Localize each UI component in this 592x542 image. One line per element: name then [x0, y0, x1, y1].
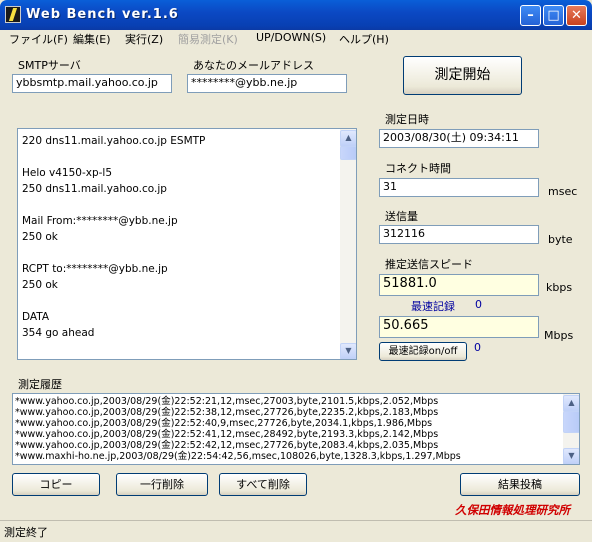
history-row[interactable]: *www.yahoo.co.jp,2003/08/29(金)22:52:42,1… — [13, 440, 561, 451]
speed-kbps-unit: kbps — [546, 281, 573, 294]
menu-up-down[interactable]: UP/DOWN(S) — [256, 31, 326, 44]
log-scrollbar[interactable]: ▲ ▼ — [340, 129, 356, 359]
smtp-label: SMTPサーバ — [18, 59, 81, 72]
history-row[interactable]: *www.yahoo.co.jp,2003/08/29(金)22:52:21,1… — [13, 396, 561, 407]
email-field[interactable]: ********@ybb.ne.jp — [187, 74, 347, 93]
status-bar: 測定終了 — [0, 520, 592, 542]
history-row[interactable]: *www.yahoo.co.jp,2003/08/29(金)22:52:40,9… — [13, 418, 561, 429]
delete-line-button[interactable]: 一行削除 — [116, 473, 208, 496]
connect-time-field[interactable]: 31 — [379, 178, 539, 197]
history-row[interactable]: *www.maxhi-ho.ne.jp,2003/08/29(金)22:54:4… — [13, 451, 561, 462]
best-record-toggle-button[interactable]: 最速記録on/off — [379, 342, 467, 361]
history-label: 測定履歴 — [18, 378, 62, 391]
window-title: Web Bench ver.1.6 — [26, 7, 179, 22]
history-row[interactable]: *www.yahoo.co.jp,2003/08/29(金)22:52:38,1… — [13, 407, 561, 418]
email-label: あなたのメールアドレス — [193, 59, 314, 72]
post-results-button[interactable]: 結果投稿 — [460, 473, 580, 496]
speed-label: 推定送信スピード — [385, 258, 473, 271]
log-line: RCPT to:********@ybb.ne.jp — [22, 263, 168, 275]
log-line: 220 dns11.mail.yahoo.co.jp ESMTP — [22, 135, 206, 147]
log-line: 250 ok — [22, 231, 58, 243]
status-text: 測定終了 — [4, 526, 48, 539]
smtp-log: 220 dns11.mail.yahoo.co.jp ESMTP Helo v41… — [17, 128, 357, 360]
smtp-server-field[interactable]: ybbsmtp.mail.yahoo.co.jp — [12, 74, 172, 93]
best-record-toggle-value: 0 — [474, 341, 481, 354]
history-scroll-thumb[interactable] — [563, 411, 579, 433]
speed-kbps-field[interactable]: 51881.0 — [379, 274, 539, 296]
credit-text: 久保田情報処理研究所 — [455, 503, 570, 517]
best-record-value: 0 — [475, 298, 482, 311]
menu-edit[interactable]: 編集(E) — [73, 31, 111, 47]
log-line: 250 ok — [22, 279, 58, 291]
sent-bytes-field[interactable]: 312116 — [379, 225, 539, 244]
log-line: Helo v4150-xp-l5 — [22, 167, 113, 179]
speed-mbps-field[interactable]: 50.665 — [379, 316, 539, 338]
menu-file[interactable]: ファイル(F) — [9, 31, 68, 47]
connect-time-unit: msec — [548, 185, 578, 198]
sent-bytes-unit: byte — [548, 233, 573, 246]
scroll-thumb[interactable] — [340, 146, 356, 160]
scroll-up-icon[interactable]: ▲ — [340, 130, 356, 147]
log-line: 354 go ahead — [22, 327, 95, 339]
start-measure-button[interactable]: 測定開始 — [403, 56, 522, 95]
datetime-label: 測定日時 — [385, 113, 429, 126]
menu-quick-measure[interactable]: 簡易測定(K) — [178, 31, 238, 47]
close-button[interactable]: ✕ — [566, 5, 587, 26]
history-row[interactable]: *www.yahoo.co.jp,2003/08/29(金)22:52:41,1… — [13, 429, 561, 440]
datetime-field[interactable]: 2003/08/30(土) 09:34:11 — [379, 129, 539, 148]
log-line: Mail From:********@ybb.ne.jp — [22, 215, 178, 227]
history-scrollbar[interactable]: ▲ ▼ — [563, 394, 579, 464]
log-line: 250 dns11.mail.yahoo.co.jp — [22, 183, 167, 195]
history-list[interactable]: *www.yahoo.co.jp,2003/08/29(金)22:52:21,1… — [12, 393, 580, 465]
delete-all-button[interactable]: すべて削除 — [219, 473, 307, 496]
menu-run[interactable]: 実行(Z) — [125, 31, 163, 47]
menu-help[interactable]: ヘルプ(H) — [339, 31, 389, 47]
maximize-button[interactable]: □ — [543, 5, 564, 26]
log-line: DATA — [22, 311, 50, 323]
scroll-down-icon[interactable]: ▼ — [340, 343, 356, 359]
speed-mbps-unit: Mbps — [544, 329, 574, 342]
sent-bytes-label: 送信量 — [385, 210, 418, 223]
connect-time-label: コネクト時間 — [385, 162, 451, 175]
history-scroll-up-icon[interactable]: ▲ — [563, 395, 579, 412]
copy-button[interactable]: コピー — [12, 473, 100, 496]
best-record-label: 最速記録 — [411, 300, 455, 313]
minimize-button[interactable]: – — [520, 5, 541, 26]
history-scroll-down-icon[interactable]: ▼ — [563, 448, 579, 464]
app-icon — [5, 6, 21, 23]
